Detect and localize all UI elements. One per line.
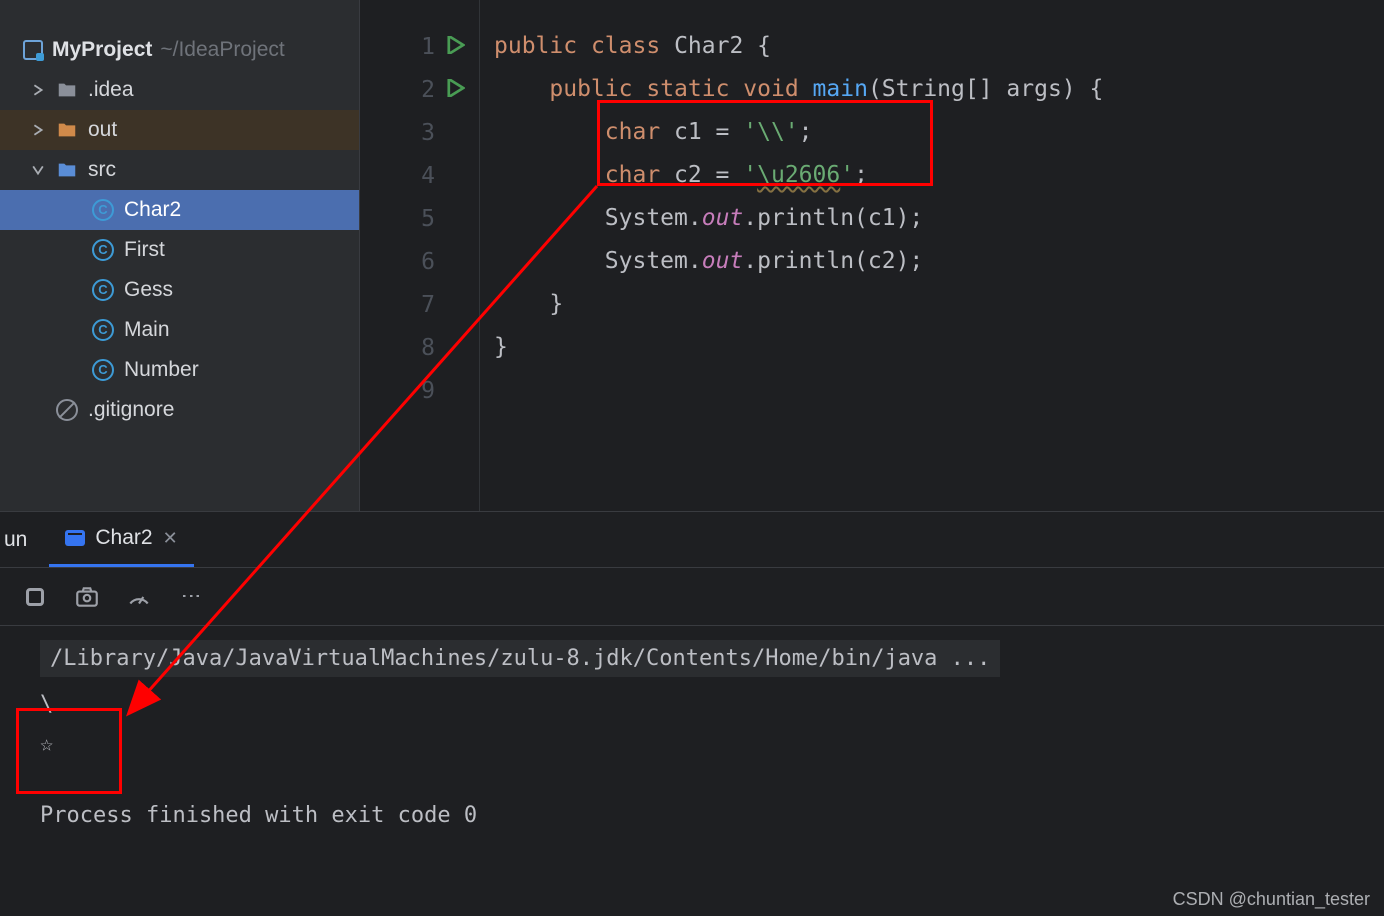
module-icon bbox=[22, 39, 44, 61]
folder-icon bbox=[56, 119, 78, 141]
chevron-right-icon bbox=[30, 122, 46, 138]
gitignore-icon bbox=[56, 399, 78, 421]
line-num: 7 bbox=[421, 292, 435, 318]
tree-label: src bbox=[88, 158, 116, 182]
run-class-icon[interactable] bbox=[447, 34, 465, 60]
tree-item-first[interactable]: C First bbox=[0, 230, 359, 270]
tree-label: Gess bbox=[124, 278, 173, 302]
tree-label: Number bbox=[124, 358, 199, 382]
tree-label: Main bbox=[124, 318, 170, 342]
line-num: 4 bbox=[421, 163, 435, 189]
tree-item-char2[interactable]: C Char2 bbox=[0, 190, 359, 230]
watermark: CSDN @chuntian_tester bbox=[1173, 889, 1370, 910]
class-icon: C bbox=[92, 199, 114, 221]
run-tab-bar: un Char2 ✕ bbox=[0, 512, 1384, 568]
class-icon: C bbox=[92, 239, 114, 261]
run-tool-label[interactable]: un bbox=[0, 528, 49, 552]
class-icon: C bbox=[92, 279, 114, 301]
profiler-icon[interactable] bbox=[126, 584, 152, 610]
console[interactable]: /Library/Java/JavaVirtualMachines/zulu-8… bbox=[0, 626, 1384, 916]
line-num: 2 bbox=[421, 77, 435, 103]
run-main-icon[interactable] bbox=[447, 77, 465, 103]
console-exit: Process finished with exit code 0 bbox=[40, 803, 1384, 828]
editor[interactable]: 1 2 3 4 5 6 7 8 9 public class Char2 { p… bbox=[360, 0, 1384, 511]
class-icon: C bbox=[92, 359, 114, 381]
terminal-icon bbox=[65, 530, 85, 546]
tree-item-number[interactable]: C Number bbox=[0, 350, 359, 390]
tree-label: .gitignore bbox=[88, 398, 174, 422]
gutter: 1 2 3 4 5 6 7 8 9 bbox=[360, 0, 480, 511]
class-icon: C bbox=[92, 319, 114, 341]
line-num: 1 bbox=[421, 34, 435, 60]
stop-button[interactable] bbox=[22, 584, 48, 610]
screenshot-icon[interactable] bbox=[74, 584, 100, 610]
more-icon[interactable]: ⋮ bbox=[178, 584, 204, 610]
tree-label: .idea bbox=[88, 78, 134, 102]
line-num: 8 bbox=[421, 335, 435, 361]
chevron-right-icon bbox=[30, 82, 46, 98]
chevron-down-icon bbox=[30, 162, 46, 178]
run-tab[interactable]: Char2 ✕ bbox=[49, 512, 193, 567]
console-output-line: ☆ bbox=[40, 725, 1384, 765]
folder-icon bbox=[56, 79, 78, 101]
tree-label: Char2 bbox=[124, 198, 181, 222]
project-name: MyProject bbox=[52, 38, 152, 62]
tree-item-src[interactable]: src bbox=[0, 150, 359, 190]
folder-icon bbox=[56, 159, 78, 181]
console-output-line: \ bbox=[40, 685, 1384, 725]
run-toolbar: ⋮ bbox=[0, 568, 1384, 626]
tree-item-out[interactable]: out bbox=[0, 110, 359, 150]
close-icon[interactable]: ✕ bbox=[163, 528, 178, 549]
run-panel: un Char2 ✕ ⋮ /Library/Java/JavaVirtualMa… bbox=[0, 512, 1384, 916]
project-root[interactable]: MyProject ~/IdeaProject bbox=[0, 30, 359, 70]
run-tab-label: Char2 bbox=[95, 526, 152, 550]
project-path: ~/IdeaProject bbox=[160, 38, 284, 62]
tree-label: out bbox=[88, 118, 117, 142]
tree-item-gess[interactable]: C Gess bbox=[0, 270, 359, 310]
line-num: 9 bbox=[421, 378, 435, 404]
line-num: 6 bbox=[421, 249, 435, 275]
console-command: /Library/Java/JavaVirtualMachines/zulu-8… bbox=[40, 640, 1000, 677]
tree-item-gitignore[interactable]: .gitignore bbox=[0, 390, 359, 430]
code[interactable]: public class Char2 { public static void … bbox=[480, 0, 1384, 511]
tree-label: First bbox=[124, 238, 165, 262]
tree-item-main[interactable]: C Main bbox=[0, 310, 359, 350]
line-num: 3 bbox=[421, 120, 435, 146]
project-tree: MyProject ~/IdeaProject .idea out src C … bbox=[0, 0, 360, 511]
tree-item-idea[interactable]: .idea bbox=[0, 70, 359, 110]
line-num: 5 bbox=[421, 206, 435, 232]
